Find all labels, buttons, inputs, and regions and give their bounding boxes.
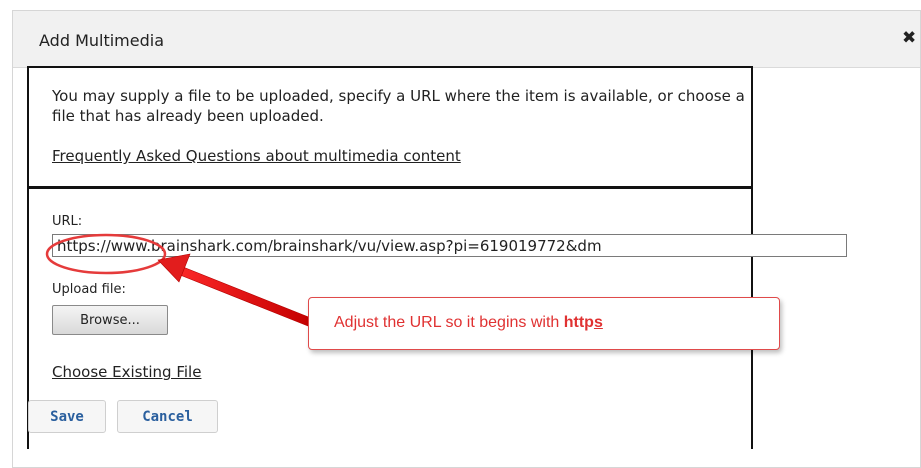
intro-text: You may supply a file to be uploaded, sp… (52, 87, 745, 125)
browse-button[interactable]: Browse... (52, 305, 168, 335)
intro-section: You may supply a file to be uploaded, sp… (29, 68, 751, 189)
faq-link[interactable]: Frequently Asked Questions about multime… (52, 147, 461, 165)
callout-emphasis: https (564, 314, 603, 331)
dialog-titlebar: Add Multimedia ✖ (13, 11, 920, 68)
url-input[interactable] (52, 234, 847, 257)
upload-file-label: Upload file: (52, 282, 126, 297)
callout-main: Adjust the URL so it begins with (334, 314, 564, 331)
dialog-title: Add Multimedia (39, 31, 165, 50)
close-icon[interactable]: ✖ (902, 29, 918, 47)
callout-text: Adjust the URL so it begins with https (334, 314, 603, 332)
choose-existing-file-link[interactable]: Choose Existing File (52, 363, 201, 381)
dialog-content-panel: You may supply a file to be uploaded, sp… (27, 66, 847, 449)
save-button[interactable]: Save (28, 400, 106, 433)
annotation-callout: Adjust the URL so it begins with https (308, 297, 780, 350)
callout-emphasis-prefix: http (563, 314, 594, 331)
url-label: URL: (52, 214, 83, 229)
callout-emphasis-underlined: s (593, 314, 603, 331)
cancel-button[interactable]: Cancel (117, 400, 218, 433)
